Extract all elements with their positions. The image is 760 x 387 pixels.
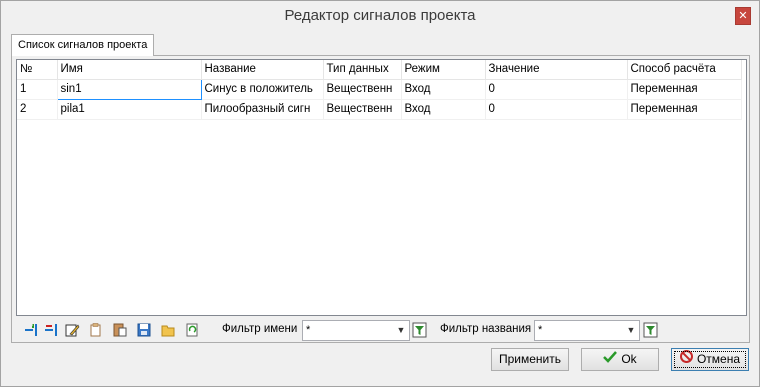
- cell-title[interactable]: Синус в положитель: [201, 79, 324, 100]
- cell-title[interactable]: Пилообразный сигн: [201, 99, 324, 120]
- apply-button[interactable]: Применить: [491, 348, 569, 371]
- save-icon[interactable]: [136, 322, 152, 338]
- column-header-datatype[interactable]: Тип данных: [323, 60, 402, 80]
- column-header-mode[interactable]: Режим: [401, 60, 486, 80]
- name-filter-combo[interactable]: * ▼: [302, 320, 410, 341]
- cancel-button-label: Отмена: [696, 352, 741, 366]
- cell-name[interactable]: pila1: [57, 99, 202, 120]
- edit-icon[interactable]: [64, 322, 80, 338]
- title-filter-combo[interactable]: * ▼: [534, 320, 640, 341]
- title-bar: Редактор сигналов проекта ✕: [1, 1, 759, 32]
- cell-number[interactable]: 1: [17, 79, 58, 100]
- cancel-button[interactable]: Отмена: [671, 348, 749, 371]
- paste-icon[interactable]: [112, 322, 128, 338]
- table-row[interactable]: 1 sin1 Синус в положитель Вещественн Вхо…: [17, 78, 742, 100]
- name-filter-value: *: [306, 324, 311, 336]
- close-button[interactable]: ✕: [735, 7, 751, 25]
- open-folder-icon[interactable]: [160, 322, 176, 338]
- cell-number[interactable]: 2: [17, 99, 58, 120]
- apply-title-filter-icon[interactable]: [643, 322, 659, 338]
- window-title: Редактор сигналов проекта: [284, 7, 476, 24]
- cell-name[interactable]: sin1: [56, 78, 202, 100]
- apply-button-label: Применить: [498, 352, 561, 366]
- column-header-name[interactable]: Имя: [57, 60, 202, 80]
- cell-value[interactable]: 0: [485, 79, 628, 100]
- name-filter-label: Фильтр имени: [222, 323, 298, 335]
- tab-panel: № Имя Название Тип данных Режим Значение…: [11, 55, 750, 343]
- signal-editor-window: Редактор сигналов проекта ✕ Список сигна…: [0, 0, 760, 387]
- cell-datatype[interactable]: Вещественн: [323, 79, 402, 100]
- cell-value[interactable]: 0: [485, 99, 628, 120]
- table-header-row: № Имя Название Тип данных Режим Значение…: [17, 60, 742, 80]
- table-row[interactable]: 2 pila1 Пилообразный сигн Вещественн Вхо…: [17, 99, 742, 120]
- chevron-down-icon[interactable]: ▼: [624, 322, 638, 339]
- cancel-icon: [679, 349, 693, 370]
- delete-row-icon[interactable]: [44, 322, 60, 338]
- cell-calc-method[interactable]: Переменная: [627, 99, 742, 120]
- add-row-icon[interactable]: [24, 322, 40, 338]
- column-header-number[interactable]: №: [17, 60, 58, 80]
- bottom-toolbar: Фильтр имени * ▼ Фильтр названия * ▼: [20, 319, 748, 341]
- chevron-down-icon[interactable]: ▼: [394, 322, 408, 339]
- checkmark-icon: [603, 349, 618, 370]
- title-filter-value: *: [538, 324, 543, 336]
- cell-mode[interactable]: Вход: [401, 79, 486, 100]
- apply-name-filter-icon[interactable]: [412, 322, 428, 338]
- column-header-calc-method[interactable]: Способ расчёта: [627, 60, 742, 80]
- ok-button[interactable]: Ok: [581, 348, 659, 371]
- tab-signal-list[interactable]: Список сигналов проекта: [11, 34, 155, 56]
- cell-calc-method[interactable]: Переменная: [627, 79, 742, 100]
- ok-button-label: Ok: [621, 352, 637, 366]
- cell-datatype[interactable]: Вещественн: [323, 99, 402, 120]
- title-filter-label: Фильтр названия: [440, 323, 532, 335]
- cell-mode[interactable]: Вход: [401, 99, 486, 120]
- column-header-title[interactable]: Название: [201, 60, 324, 80]
- copy-icon[interactable]: [88, 322, 104, 338]
- refresh-icon[interactable]: [184, 322, 200, 338]
- signals-table[interactable]: № Имя Название Тип данных Режим Значение…: [16, 59, 747, 316]
- column-header-value[interactable]: Значение: [485, 60, 628, 80]
